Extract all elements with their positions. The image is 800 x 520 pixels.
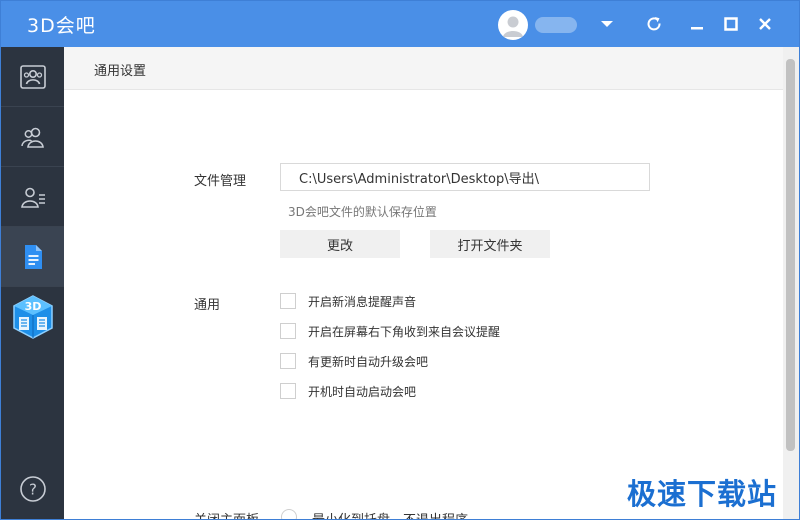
avatar-icon bbox=[503, 16, 523, 37]
sidebar: 3D ? bbox=[1, 47, 64, 519]
refresh-icon bbox=[647, 17, 661, 31]
close-icon bbox=[759, 18, 771, 30]
option-message-sound[interactable]: 开启新消息提醒声音 bbox=[280, 291, 416, 311]
option-label: 开机时自动启动会吧 bbox=[308, 384, 417, 399]
svg-text:?: ? bbox=[29, 481, 37, 499]
save-path-input[interactable] bbox=[280, 163, 650, 191]
section-header: 通用设置 bbox=[64, 47, 783, 90]
close-button[interactable] bbox=[752, 11, 778, 37]
checkbox[interactable] bbox=[280, 293, 296, 309]
checkbox[interactable] bbox=[280, 383, 296, 399]
option-label: 开启在屏幕右下角收到来自会议提醒 bbox=[308, 324, 501, 339]
maximize-icon bbox=[724, 17, 738, 31]
option-auto-update[interactable]: 有更新时自动升级会吧 bbox=[280, 351, 428, 371]
document-icon bbox=[24, 244, 42, 269]
file-management-label: 文件管理 bbox=[194, 174, 247, 189]
svg-text:3D: 3D bbox=[24, 300, 41, 313]
3d-experience-logo: 3D bbox=[12, 295, 53, 339]
refresh-button[interactable] bbox=[641, 11, 667, 37]
account-dropdown-button[interactable] bbox=[594, 11, 620, 37]
user-list-icon bbox=[20, 187, 45, 208]
sidebar-item-3d-experience[interactable]: 3D bbox=[1, 287, 64, 347]
close-panel-label: 关闭主面板 bbox=[194, 509, 259, 519]
general-label: 通用 bbox=[194, 298, 221, 313]
option-meeting-reminder[interactable]: 开启在屏幕右下角收到来自会议提醒 bbox=[280, 321, 500, 341]
checkbox[interactable] bbox=[280, 323, 296, 339]
user-name-blurred[interactable] bbox=[535, 17, 577, 33]
user-avatar[interactable] bbox=[498, 10, 528, 40]
section-title: 通用设置 bbox=[94, 64, 147, 79]
option-auto-start[interactable]: 开机时自动启动会吧 bbox=[280, 381, 416, 401]
checkbox[interactable] bbox=[280, 353, 296, 369]
chevron-down-icon bbox=[601, 21, 613, 27]
sidebar-item-documents[interactable] bbox=[1, 227, 64, 287]
save-path-hint: 3D会吧文件的默认保存位置 bbox=[288, 205, 437, 219]
app-window: 3D会吧 3D ? 通用设置 文件管理 C:\Users\Administrat… bbox=[0, 0, 800, 520]
minimize-to-tray-label: 最小化到托盘，不退出程序 bbox=[312, 509, 468, 519]
option-label: 开启新消息提醒声音 bbox=[308, 294, 417, 309]
maximize-button[interactable] bbox=[718, 11, 744, 37]
contacts-icon bbox=[20, 127, 44, 148]
minimize-button[interactable] bbox=[684, 11, 710, 37]
minimize-icon bbox=[691, 27, 703, 30]
sidebar-item-contacts[interactable] bbox=[1, 107, 64, 167]
app-logo: 3D会吧 bbox=[27, 15, 96, 37]
open-folder-button[interactable]: 打开文件夹 bbox=[430, 230, 550, 258]
help-button[interactable]: ? bbox=[1, 459, 64, 519]
meetings-icon bbox=[19, 64, 46, 89]
minimize-to-tray-radio[interactable] bbox=[281, 509, 297, 519]
sidebar-item-user-list[interactable] bbox=[1, 167, 64, 227]
scrollbar-thumb[interactable] bbox=[786, 59, 795, 451]
settings-panel: 通用设置 文件管理 3D会吧文件的默认保存位置 更改 打开文件夹 通用 开启新消… bbox=[64, 47, 783, 519]
watermark: 极速下载站 bbox=[627, 477, 778, 511]
option-label: 有更新时自动升级会吧 bbox=[308, 354, 429, 369]
sidebar-item-meetings[interactable] bbox=[1, 47, 64, 107]
help-icon: ? bbox=[19, 476, 46, 502]
title-bar: 3D会吧 bbox=[1, 1, 799, 47]
change-path-button[interactable]: 更改 bbox=[280, 230, 400, 258]
